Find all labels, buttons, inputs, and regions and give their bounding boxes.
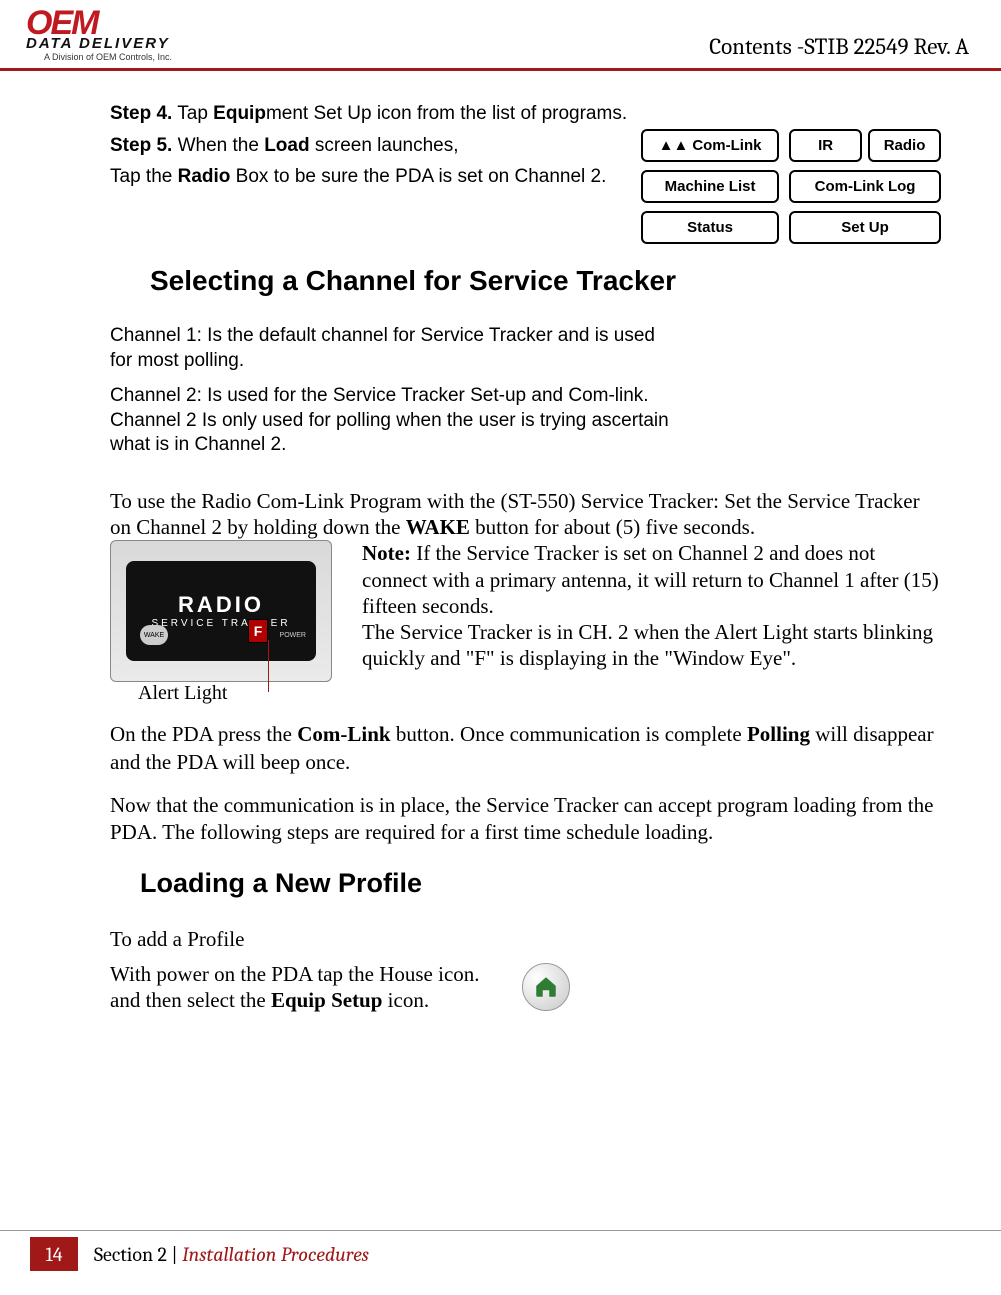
machine-list-button: Machine List [641,170,779,203]
ir-radio-buttons: IR Radio [789,129,941,162]
page-content: Step 4. Tap Equipment Set Up icon from t… [0,71,1001,1013]
alert-light-caption: Alert Light [110,682,332,705]
page-number: 14 [30,1237,78,1271]
footer-section: Section 2 | Installation Procedures [94,1243,369,1266]
comlink-button: ▲▲Com-Link [641,129,779,162]
logo-data-delivery: DATA DELIVERY [26,36,172,51]
communication-paragraph: Now that the communication is in place, … [110,792,941,847]
logo-subtitle: A Division of OEM Controls, Inc. [26,51,172,62]
house-instruction: With power on the PDA tap the House icon… [110,961,510,1014]
device-subtitle: SERVICE TRACKER [151,618,290,629]
note-block: Note: If the Service Tracker is set on C… [362,540,941,671]
logo: OEM DATA DELIVERY A Division of OEM Cont… [26,6,172,62]
document-title: Contents -STIB 22549 Rev. A [709,33,969,62]
radio-comlink-instruction: To use the Radio Com-Link Program with t… [110,488,941,541]
wake-button-icon: WAKE [140,625,168,645]
radio-instruction: Tap the Radio Box to be sure the PDA is … [110,164,621,190]
house-icon [522,963,570,1011]
setup-button: Set Up [789,211,941,244]
ir-button: IR [789,129,862,162]
step-5-label: Step 5. [110,135,172,156]
step-4-label: Step 4. [110,103,172,124]
note-label: Note: [362,541,411,565]
status-button: Status [641,211,779,244]
comlink-paragraph: On the PDA press the Com-Link button. On… [110,721,941,776]
channel-2-description: Channel 2: Is used for the Service Track… [110,384,670,458]
service-tracker-image: RADIO SERVICE TRACKER WAKE F POWER [110,540,332,682]
comlink-log-button: Com-Link Log [789,170,941,203]
device-brand: RADIO [178,594,264,616]
page-header: OEM DATA DELIVERY A Division of OEM Cont… [0,0,1001,71]
page-footer: 14 Section 2 | Installation Procedures [0,1230,1001,1271]
heading-selecting-channel: Selecting a Channel for Service Tracker [150,266,941,297]
heading-loading-profile: Loading a New Profile [140,869,941,899]
channel-1-description: Channel 1: Is the default channel for Se… [110,324,670,373]
add-profile-line: To add a Profile [110,926,941,952]
f-display: F [248,619,268,643]
alert-light-pointer [268,640,269,692]
pda-screenshot: ▲▲Com-Link IR Radio Machine List Com-Lin… [641,129,941,244]
step-5: Step 5. When the Load screen launches, [110,133,621,159]
step-4: Step 4. Tap Equipment Set Up icon from t… [110,101,941,127]
power-label: POWER [280,632,306,639]
radio-button: Radio [868,129,941,162]
